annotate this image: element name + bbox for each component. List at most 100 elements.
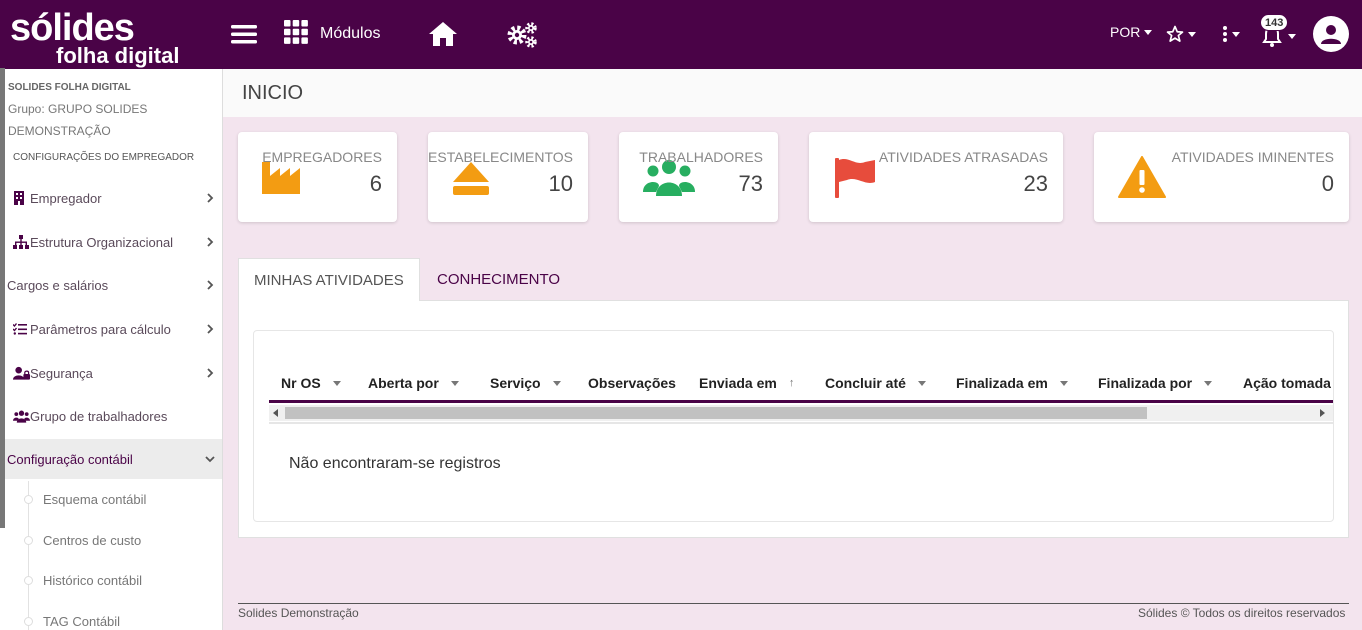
card-trabalhadores[interactable]: TRABALHADORES 73 xyxy=(619,132,778,222)
settings-gears-icon[interactable] xyxy=(504,18,540,50)
sidebar-item-cargos-e-salarios[interactable]: Cargos e salários xyxy=(0,265,222,305)
column-header-label: Serviço xyxy=(490,375,541,391)
card-empregadores[interactable]: EMPREGADORES 6 xyxy=(238,132,397,222)
sidebar-group-name: Grupo: GRUPO SOLIDES DEMONSTRAÇÃO xyxy=(8,102,148,138)
grid-icon xyxy=(284,19,308,49)
language-dropdown[interactable]: POR xyxy=(1110,24,1153,40)
favorites-star-icon[interactable] xyxy=(1166,22,1196,46)
flag-icon xyxy=(833,156,877,203)
chevron-right-icon xyxy=(198,193,222,203)
sidebar-item-label: Configuração contábil xyxy=(7,451,133,467)
scrollbar-thumb[interactable] xyxy=(285,407,1147,419)
chevron-down-icon xyxy=(1232,31,1240,37)
sidebar-subitem-label: Histórico contábil xyxy=(43,572,142,588)
scroll-left-icon[interactable] xyxy=(273,409,278,417)
sidebar: SOLIDES FOLHA DIGITAL Grupo: GRUPO SOLID… xyxy=(0,69,223,630)
chevron-down-icon xyxy=(1288,33,1296,39)
users-icon xyxy=(643,160,695,201)
column-header-label: Concluir até xyxy=(825,375,906,391)
sidebar-section-title: CONFIGURAÇÕES DO EMPREGADOR xyxy=(13,152,195,163)
scroll-right-icon[interactable] xyxy=(1320,409,1325,417)
sort-icon xyxy=(450,380,459,386)
sort-icon xyxy=(1059,380,1068,386)
page-header: INICIO xyxy=(223,69,1362,117)
column-header-label: Aberta por xyxy=(368,375,439,391)
card-title: ATIVIDADES IMINENTES xyxy=(1171,149,1334,165)
chevron-right-icon xyxy=(198,237,222,247)
footer-company: Solides Demonstração xyxy=(238,606,359,620)
sidebar-item-label: Cargos e salários xyxy=(7,277,109,293)
sidebar-subitem-label: TAG Contábil xyxy=(43,613,121,629)
modules-button[interactable]: Módulos xyxy=(284,18,380,50)
modules-label: Módulos xyxy=(320,25,381,42)
sort-ascending-icon: ↑ xyxy=(788,377,795,389)
sidebar-item-seguranca[interactable]: Segurança xyxy=(0,353,222,393)
sidebar-item-label: Estrutura Organizacional xyxy=(30,234,174,250)
sidebar-item-grupo-de-trabalhadores[interactable]: Grupo de trabalhadores xyxy=(0,396,222,436)
bullet-icon xyxy=(24,535,33,545)
card-atividades-atrasadas[interactable]: ATIVIDADES ATRASADAS 23 xyxy=(809,132,1063,222)
column-header-servico[interactable]: Serviço xyxy=(490,375,561,391)
home-icon[interactable] xyxy=(426,18,460,50)
tab-minhas-atividades[interactable]: MINHAS ATIVIDADES xyxy=(238,258,420,301)
more-options-icon[interactable] xyxy=(1218,22,1244,46)
sidebar-subitem-label: Esquema contábil xyxy=(43,491,147,507)
column-header-concluir-ate[interactable]: Concluir até xyxy=(825,375,926,391)
user-avatar[interactable] xyxy=(1313,16,1349,52)
language-label: POR xyxy=(1110,24,1141,40)
sidebar-subitem-historico-contabil[interactable]: Histórico contábil xyxy=(0,560,222,600)
column-header-label: Ação tomada xyxy=(1243,375,1331,391)
column-header-aberta-por[interactable]: Aberta por xyxy=(368,375,459,391)
sidebar-item-empregador[interactable]: Empregador xyxy=(0,178,222,218)
footer-copyright: Sólides © Todos os direitos reservados xyxy=(1138,606,1346,620)
sidebar-subitem-centros-de-custo[interactable]: Centros de custo xyxy=(0,520,222,560)
column-header-finalizada-em[interactable]: Finalizada em xyxy=(956,375,1068,391)
sidebar-subitem-esquema-contabil[interactable]: Esquema contábil xyxy=(0,479,222,519)
column-header-observacoes[interactable]: Observações xyxy=(588,375,676,391)
sort-icon xyxy=(332,380,341,386)
card-value: 73 xyxy=(738,171,763,196)
tab-conhecimento[interactable]: CONHECIMENTO xyxy=(422,258,575,301)
sidebar-subitem-label: Centros de custo xyxy=(43,532,142,548)
card-value: 10 xyxy=(548,171,573,196)
card-atividades-iminentes[interactable]: ATIVIDADES IMINENTES 0 xyxy=(1094,132,1349,222)
top-navbar: sólides folha digital Módulos POR 143 xyxy=(0,0,1362,69)
sidebar-item-parametros-para-calculo[interactable]: Parâmetros para cálculo xyxy=(0,309,222,349)
sidebar-subitem-tag-contabil[interactable]: TAG Contábil xyxy=(0,601,222,630)
bullet-icon xyxy=(24,616,33,626)
sidebar-item-label: Empregador xyxy=(30,190,102,206)
empty-table-message: Não encontraram-se registros xyxy=(289,455,501,472)
sidebar-item-estrutura-organizacional[interactable]: Estrutura Organizacional xyxy=(0,222,222,262)
column-header-enviada-em[interactable]: Enviada em ↑ xyxy=(699,375,794,391)
chevron-right-icon xyxy=(198,368,222,378)
page-title: INICIO xyxy=(242,82,304,104)
card-estabelecimentos[interactable]: ESTABELECIMENTOS 10 xyxy=(428,132,588,222)
card-title: TRABALHADORES xyxy=(639,149,763,165)
column-header-label: Enviada em xyxy=(699,375,777,391)
chevron-down-icon xyxy=(198,455,222,463)
user-icon xyxy=(1321,25,1341,44)
bullet-icon xyxy=(24,494,33,504)
warning-icon xyxy=(1118,156,1166,203)
card-value: 23 xyxy=(1023,171,1048,196)
chevron-down-icon xyxy=(1188,31,1196,37)
footer-divider xyxy=(238,603,1349,604)
column-header-nr-os[interactable]: Nr OS xyxy=(281,375,341,391)
sort-icon xyxy=(1204,380,1213,386)
chevron-down-icon xyxy=(1144,29,1153,35)
menu-toggle-icon[interactable] xyxy=(228,20,260,48)
chevron-right-icon xyxy=(198,324,222,334)
column-header-label: Finalizada por xyxy=(1098,375,1193,391)
column-header-label: Observações xyxy=(588,375,676,391)
column-header-acao-tomada[interactable]: Ação tomada xyxy=(1243,375,1331,391)
solides-logo[interactable]: sólides folha digital xyxy=(10,6,180,68)
logo-sub-text: folha digital xyxy=(56,43,180,68)
card-value: 6 xyxy=(369,171,382,196)
table-horizontal-scrollbar[interactable] xyxy=(269,405,1333,421)
notifications-badge: 143 xyxy=(1260,14,1289,31)
sidebar-scrollbar[interactable] xyxy=(0,68,5,528)
eject-icon xyxy=(452,162,490,201)
card-title: EMPREGADORES xyxy=(262,149,382,165)
sidebar-item-configuracao-contabil[interactable]: Configuração contábil xyxy=(0,439,222,479)
column-header-finalizada-por[interactable]: Finalizada por xyxy=(1098,375,1213,391)
